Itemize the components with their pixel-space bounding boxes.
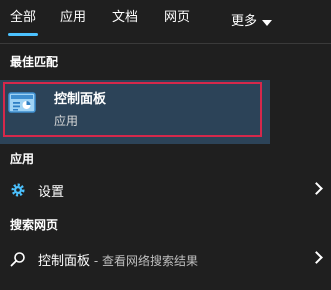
highlight-outline — [3, 82, 262, 137]
tab-more-label: 更多 — [231, 14, 258, 29]
best-match-subtitle: 应用 — [54, 114, 79, 128]
tab-web[interactable]: 网页 — [164, 9, 190, 35]
best-match-title: 控制面板 — [54, 92, 107, 107]
settings-label: 设置 — [38, 185, 65, 200]
tab-apps[interactable]: 应用 — [60, 9, 86, 35]
search-icon — [10, 252, 25, 267]
tab-more[interactable]: 更多 — [231, 9, 273, 35]
web-search-heading: 搜索网页 — [10, 218, 59, 232]
tabs-divider — [0, 43, 331, 44]
best-match-heading: 最佳匹配 — [10, 55, 59, 69]
web-search-suffix: - 查看网络搜索结果 — [90, 254, 198, 268]
web-search-text: 控制面板 - 查看网络搜索结果 — [38, 250, 198, 269]
search-tabs: 全部 应用 文档 网页 更多 — [0, 0, 331, 44]
chevron-down-icon — [262, 20, 273, 26]
control-panel-icon — [8, 92, 36, 113]
tab-all[interactable]: 全部 — [7, 9, 39, 36]
web-search-query: 控制面板 — [38, 254, 91, 269]
apps-heading: 应用 — [10, 152, 35, 166]
settings-result[interactable]: 设置 — [0, 174, 331, 206]
chevron-right-icon[interactable] — [310, 182, 323, 195]
partial-result-row — [0, 282, 331, 290]
tab-documents[interactable]: 文档 — [112, 9, 138, 35]
gear-icon — [11, 183, 25, 197]
chevron-right-icon[interactable] — [310, 251, 323, 264]
web-search-result[interactable]: 控制面板 - 查看网络搜索结果 — [0, 243, 331, 275]
